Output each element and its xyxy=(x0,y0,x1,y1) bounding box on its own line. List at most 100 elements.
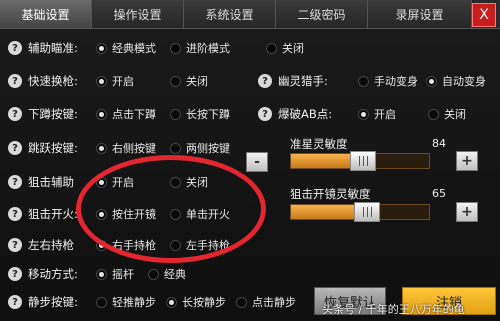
sniper-assist-option-on[interactable]: 开启 xyxy=(96,174,134,190)
radio-icon[interactable] xyxy=(266,42,277,54)
tab-operation-settings[interactable]: 操作设置 xyxy=(92,0,184,28)
row-ghost-hunter: ? 幽灵猎手: 手动变身 自动变身 xyxy=(258,69,500,93)
move-option-joystick[interactable]: 摇杆 xyxy=(96,266,134,282)
radio-selected-icon[interactable] xyxy=(166,296,177,308)
tab-basic-settings[interactable]: 基础设置 xyxy=(0,0,92,28)
radio-icon[interactable] xyxy=(96,296,107,308)
radio-icon[interactable] xyxy=(236,296,247,308)
watermark: 头条号 / 千年的王八万年的龟 xyxy=(322,303,465,316)
sniper-fire-option-tap-fire[interactable]: 单击开火 xyxy=(170,206,230,222)
crosshair-sensitivity-value: 84 xyxy=(432,137,446,150)
crosshair-sensitivity-slider[interactable] xyxy=(290,151,430,171)
row-left-right-hand: ? 左右持枪 右手持枪 左手持枪 xyxy=(8,233,244,257)
radio-icon[interactable] xyxy=(148,268,159,280)
help-icon[interactable]: ? xyxy=(8,175,22,189)
sniper-fire-option-hold-scope[interactable]: 按住开镜 xyxy=(96,206,156,222)
aim-assist-option-advanced[interactable]: 进阶模式 xyxy=(170,40,230,56)
radio-selected-icon[interactable] xyxy=(96,239,107,251)
ghost-hunter-option-manual[interactable]: 手动变身 xyxy=(358,73,418,89)
silent-step-option-hold[interactable]: 长按静步 xyxy=(166,294,226,310)
jump-option-both[interactable]: 两侧按键 xyxy=(170,140,230,156)
help-icon[interactable]: ? xyxy=(8,41,22,55)
radio-selected-icon[interactable] xyxy=(96,268,107,280)
quick-switch-option-off[interactable]: 关闭 xyxy=(170,73,208,89)
radio-selected-icon[interactable] xyxy=(96,142,107,154)
radio-selected-icon[interactable] xyxy=(96,176,107,188)
row-silent-step: ? 静步按键: 轻推静步 长按静步 点击静步 xyxy=(8,290,310,314)
row-move-mode: ? 移动方式: 摇杆 经典 xyxy=(8,262,200,286)
scope-increase-button[interactable]: + xyxy=(456,202,478,222)
tab-system-settings[interactable]: 系统设置 xyxy=(184,0,276,28)
help-icon[interactable]: ? xyxy=(258,74,272,88)
sniper-assist-option-off[interactable]: 关闭 xyxy=(170,174,208,190)
aim-assist-option-off[interactable]: 关闭 xyxy=(266,40,304,56)
tab-secondary-password[interactable]: 二级密码 xyxy=(276,0,368,28)
quick-switch-option-on[interactable]: 开启 xyxy=(96,73,134,89)
radio-icon[interactable] xyxy=(428,108,439,120)
radio-selected-icon[interactable] xyxy=(96,208,107,220)
help-icon[interactable]: ? xyxy=(8,141,22,155)
scope-sensitivity-label: 狙击开镜灵敏度 xyxy=(290,187,371,201)
aim-assist-option-classic[interactable]: 经典模式 xyxy=(96,40,156,56)
radio-icon[interactable] xyxy=(358,75,369,87)
radio-selected-icon[interactable] xyxy=(426,75,437,87)
explode-ab-label: 爆破AB点: xyxy=(278,107,333,121)
tab-bar: 基础设置 操作设置 系统设置 二级密码 录屏设置 xyxy=(0,0,500,29)
radio-selected-icon[interactable] xyxy=(358,108,369,120)
left-right-hand-label: 左右持枪 xyxy=(28,238,74,252)
ghost-hunter-label: 幽灵猎手: xyxy=(278,74,328,88)
slider-thumb[interactable] xyxy=(354,202,381,222)
settings-window: 基础设置 操作设置 系统设置 二级密码 录屏设置 X ? 辅助瞄准: 经典模式 … xyxy=(0,0,500,321)
radio-icon[interactable] xyxy=(170,108,181,120)
crouch-option-hold[interactable]: 长按下蹲 xyxy=(170,106,230,122)
move-option-classic[interactable]: 经典 xyxy=(148,266,186,282)
radio-icon[interactable] xyxy=(170,75,181,87)
jump-option-right[interactable]: 右侧按键 xyxy=(96,140,156,156)
help-icon[interactable]: ? xyxy=(8,207,22,221)
quick-switch-label: 快速换枪: xyxy=(28,74,78,88)
help-icon[interactable]: ? xyxy=(8,74,22,88)
row-aim-assist: ? 辅助瞄准: 经典模式 进阶模式 关闭 xyxy=(8,36,318,60)
explode-ab-option-off[interactable]: 关闭 xyxy=(428,106,466,122)
ghost-hunter-option-auto[interactable]: 自动变身 xyxy=(426,73,486,89)
crouch-option-tap[interactable]: 点击下蹲 xyxy=(96,106,156,122)
scope-sensitivity-slider[interactable] xyxy=(290,202,430,222)
silent-step-option-tap[interactable]: 点击静步 xyxy=(236,294,296,310)
crosshair-increase-button[interactable]: + xyxy=(456,151,478,171)
close-button[interactable]: X xyxy=(472,3,496,27)
help-icon[interactable]: ? xyxy=(8,267,22,281)
silent-step-option-push[interactable]: 轻推静步 xyxy=(96,294,156,310)
radio-selected-icon[interactable] xyxy=(96,42,107,54)
radio-selected-icon[interactable] xyxy=(96,108,107,120)
radio-icon[interactable] xyxy=(170,239,181,251)
radio-icon[interactable] xyxy=(170,42,181,54)
help-icon[interactable]: ? xyxy=(258,107,272,121)
radio-icon[interactable] xyxy=(170,176,181,188)
explode-ab-option-on[interactable]: 开启 xyxy=(358,106,396,122)
help-icon[interactable]: ? xyxy=(8,295,22,309)
sniper-assist-label: 狙击辅助 xyxy=(28,175,74,189)
row-explode-ab: ? 爆破AB点: 开启 关闭 xyxy=(258,102,480,126)
row-quick-switch: ? 快速换枪: 开启 关闭 xyxy=(8,69,222,93)
help-icon[interactable]: ? xyxy=(8,107,22,121)
help-icon[interactable]: ? xyxy=(8,238,22,252)
slider-thumb[interactable] xyxy=(350,151,376,171)
sniper-fire-label: 狙击开火: xyxy=(28,207,78,221)
jump-label: 跳跃按键: xyxy=(28,141,78,155)
row-sniper-fire: ? 狙击开火: 按住开镜 单击开火 xyxy=(8,202,244,226)
tab-recording-settings[interactable]: 录屏设置 xyxy=(368,0,472,28)
radio-icon[interactable] xyxy=(170,208,181,220)
row-sniper-assist: ? 狙击辅助 开启 关闭 xyxy=(8,170,222,194)
row-jump: ? 跳跃按键: 右侧按键 两侧按键 xyxy=(8,136,244,160)
scope-sensitivity-value: 65 xyxy=(432,187,446,200)
radio-icon[interactable] xyxy=(170,142,181,154)
hand-option-left[interactable]: 左手持枪 xyxy=(170,237,230,253)
move-mode-label: 移动方式: xyxy=(28,267,78,281)
sensitivity-decrease-button[interactable]: - xyxy=(246,152,268,172)
aim-assist-label: 辅助瞄准: xyxy=(28,41,78,55)
hand-option-right[interactable]: 右手持枪 xyxy=(96,237,156,253)
crouch-label: 下蹲按键: xyxy=(28,107,78,121)
radio-selected-icon[interactable] xyxy=(96,75,107,87)
crosshair-sensitivity-label: 准星灵敏度 xyxy=(290,137,348,151)
row-crouch: ? 下蹲按键: 点击下蹲 长按下蹲 xyxy=(8,102,244,126)
